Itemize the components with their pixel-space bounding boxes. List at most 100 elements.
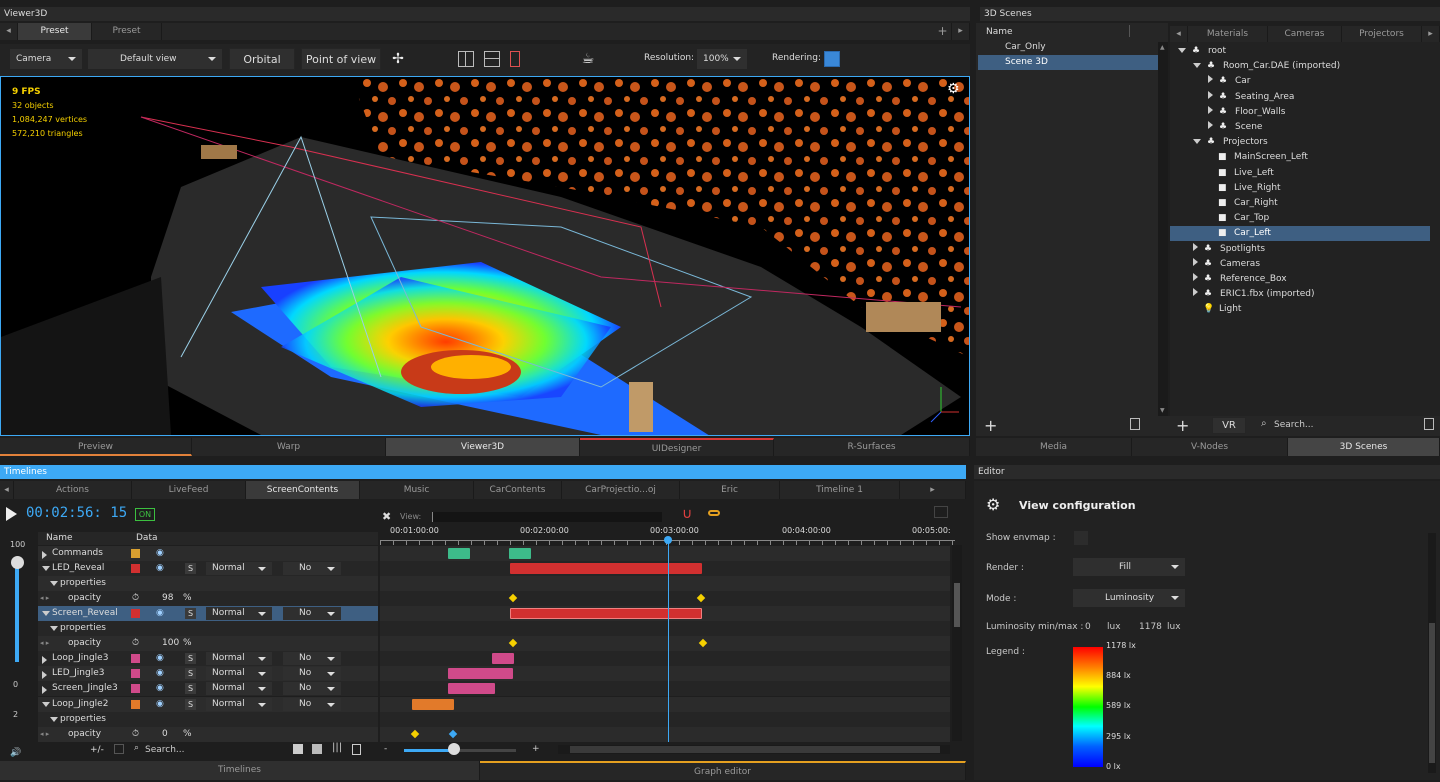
collapse-arrow-icon[interactable] — [50, 581, 58, 586]
render-dropdown[interactable]: Fill — [1073, 558, 1185, 576]
expand-arrow-icon[interactable] — [1208, 105, 1213, 114]
expand-arrow-icon[interactable] — [1208, 121, 1213, 129]
solo-button[interactable]: S — [185, 608, 196, 619]
tree-node[interactable]: ■ Car_Top — [1170, 211, 1430, 226]
zoom-slider-handle[interactable] — [448, 743, 460, 755]
tab-actions[interactable]: Actions — [14, 481, 132, 499]
gear-icon[interactable]: ⚙ — [947, 81, 960, 97]
tab-timeline-1[interactable]: Timeline 1 — [780, 481, 900, 499]
timeline-row[interactable]: properties — [38, 712, 378, 727]
mask-mode-dropdown[interactable]: No — [283, 562, 341, 575]
opacity-value[interactable]: 0 — [162, 727, 168, 742]
timeline-row[interactable]: ◂ ▸ opacity ⏱ 98% — [38, 591, 378, 606]
opacity-value[interactable]: 98 — [162, 591, 173, 606]
keyframe-marker[interactable] — [508, 593, 518, 603]
tab-preset-1[interactable]: Preset — [18, 23, 92, 40]
tab-scroll-left[interactable]: ◂ — [0, 23, 18, 40]
tab-scroll-right[interactable]: ▸ — [1422, 26, 1440, 42]
mode-dropdown[interactable]: Luminosity — [1073, 589, 1185, 607]
play-icon[interactable] — [6, 507, 17, 521]
expand-icon[interactable] — [934, 506, 948, 518]
tab-materials[interactable]: Materials — [1188, 26, 1268, 42]
timeline-track[interactable] — [380, 697, 950, 712]
layer-color-swatch[interactable] — [131, 700, 140, 709]
magnet-icon[interactable]: ∪ — [682, 506, 692, 522]
blend-mode-dropdown[interactable]: Normal — [206, 652, 272, 665]
solo-button[interactable]: S — [185, 563, 196, 574]
view-range-bar[interactable] — [432, 512, 662, 522]
keyframe-marker[interactable] — [696, 593, 706, 603]
timeline-track[interactable] — [380, 666, 950, 681]
layer-color-swatch[interactable] — [131, 654, 140, 663]
mask-mode-dropdown[interactable]: No — [283, 607, 341, 620]
timeline-track[interactable] — [380, 651, 950, 666]
tab-preset-2[interactable]: Preset — [92, 23, 162, 40]
camera-dropdown[interactable]: Camera — [10, 49, 82, 69]
expand-arrow-icon[interactable] — [1193, 273, 1198, 281]
expand-arrow-icon[interactable] — [42, 551, 47, 559]
timeline-track[interactable] — [380, 621, 950, 636]
speaker-icon[interactable]: 🔊 — [10, 748, 21, 758]
collapse-arrow-icon[interactable] — [42, 611, 50, 616]
editor-scrollbar[interactable] — [1428, 533, 1436, 773]
mask-mode-dropdown[interactable]: No — [283, 682, 341, 695]
tree-node[interactable]: ♣ ERIC1.fbx (imported) — [1170, 287, 1430, 302]
layer-search-input[interactable]: Search... — [145, 745, 185, 755]
collapse-arrow-icon[interactable] — [50, 717, 58, 722]
rendering-checkbox[interactable] — [824, 51, 840, 67]
blend-mode-dropdown[interactable]: Normal — [206, 607, 272, 620]
solo-button[interactable]: S — [185, 653, 196, 664]
timeline-clip[interactable] — [509, 548, 531, 559]
solo-button[interactable]: S — [185, 683, 196, 694]
expand-arrow-icon[interactable] — [1208, 90, 1213, 99]
blend-mode-dropdown[interactable]: Normal — [206, 562, 272, 575]
tab-scroll-left[interactable]: ◂ — [0, 481, 14, 499]
tab-screencontents[interactable]: ScreenContents — [246, 481, 360, 499]
fit-view-icon[interactable]: ✢ — [388, 50, 408, 68]
eye-icon[interactable]: ◉ — [156, 681, 164, 696]
layer-color-swatch[interactable] — [131, 684, 140, 693]
keyframe-nav-icon[interactable]: ◂ ▸ — [40, 591, 49, 606]
expand-arrow-icon[interactable] — [1208, 75, 1213, 84]
add-folder-icon[interactable] — [312, 744, 322, 754]
eye-icon[interactable]: ◉ — [156, 697, 164, 712]
tree-node[interactable]: ♣ Car — [1170, 74, 1430, 89]
timeline-track[interactable] — [380, 681, 950, 696]
timeline-row[interactable]: LED_Reveal ◉ S Normal No — [38, 561, 378, 576]
expand-arrow-icon[interactable] — [42, 686, 47, 694]
tab-timelines[interactable]: Timelines — [0, 761, 480, 780]
keyframe-marker[interactable] — [508, 638, 518, 648]
mask-mode-dropdown[interactable]: No — [283, 698, 341, 711]
tab-3d-scenes[interactable]: 3D Scenes — [1288, 438, 1440, 456]
tree-node[interactable]: ♣ Seating_Area — [1170, 90, 1430, 105]
tree-node[interactable]: ♣ Cameras — [1170, 257, 1430, 272]
stopwatch-icon[interactable]: ⏱ — [132, 727, 139, 742]
timeline-row[interactable]: ◂ ▸ opacity ⏱ 0% — [38, 727, 378, 742]
zoom-slider[interactable] — [404, 749, 516, 752]
tree-node[interactable]: ■ MainScreen_Left — [1170, 150, 1430, 165]
mask-mode-dropdown[interactable]: No — [283, 652, 341, 665]
timeline-clip[interactable] — [448, 668, 513, 679]
keyframe-nav-icon[interactable]: ◂ ▸ — [40, 727, 49, 742]
footer-checkbox[interactable] — [114, 744, 124, 754]
timeline-track[interactable] — [380, 727, 950, 742]
volume-slider-track[interactable] — [15, 560, 19, 662]
timeline-track[interactable] — [380, 606, 950, 621]
tab-scroll-right[interactable]: ▸ — [900, 481, 966, 499]
stopwatch-icon[interactable]: ⏱ — [132, 591, 139, 606]
tab-preview[interactable]: Preview — [0, 438, 192, 456]
playhead[interactable] — [668, 538, 669, 742]
point-of-view-button[interactable]: Point of view — [301, 48, 381, 70]
expand-arrow-icon[interactable] — [42, 671, 47, 679]
layer-color-swatch[interactable] — [131, 669, 140, 678]
collapse-arrow-icon[interactable] — [42, 702, 50, 707]
tab-projectors[interactable]: Projectors — [1342, 26, 1422, 42]
trash-icon[interactable] — [352, 744, 361, 755]
timeline-horizontal-scrollbar[interactable] — [558, 745, 950, 754]
blend-mode-dropdown[interactable]: Normal — [206, 698, 272, 711]
volume-slider-handle[interactable] — [11, 556, 24, 569]
tree-node[interactable]: 💡 Light — [1170, 302, 1430, 317]
vr-button[interactable]: VR — [1212, 417, 1246, 434]
tree-node[interactable]: ♣ Reference_Box — [1170, 272, 1430, 287]
tree-node[interactable]: ■ Live_Left — [1170, 166, 1430, 181]
